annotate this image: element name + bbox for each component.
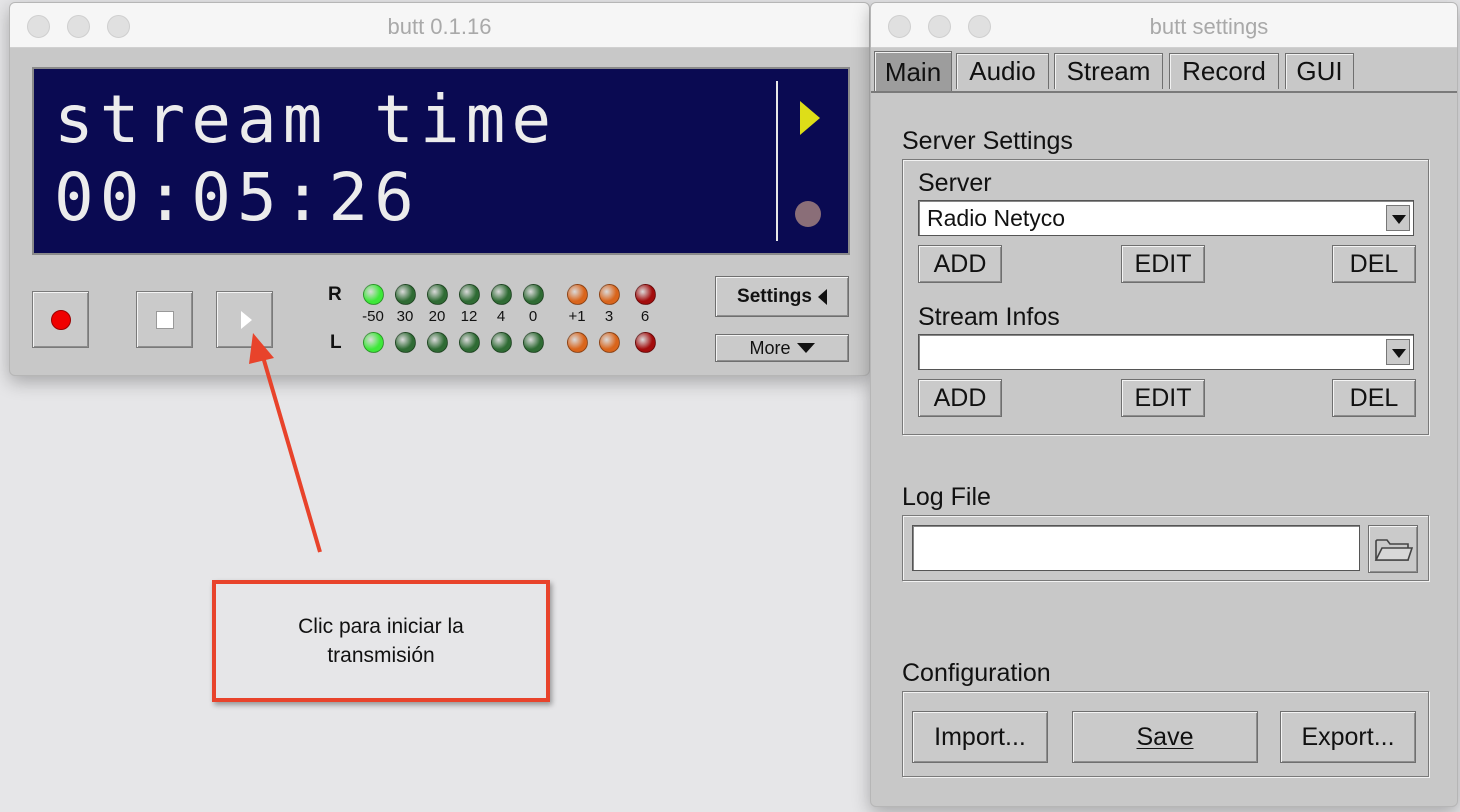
- vu-led-right-7: [599, 284, 620, 305]
- more-button[interactable]: More: [715, 334, 849, 362]
- vu-led-right-3: [459, 284, 480, 305]
- tab-main[interactable]: Main: [874, 51, 952, 93]
- play-button[interactable]: [216, 291, 273, 348]
- log-file-input[interactable]: [912, 525, 1360, 571]
- lcd-time-text: 00:05:26: [54, 159, 420, 236]
- caret-left-icon: [817, 288, 827, 305]
- record-button[interactable]: [32, 291, 89, 348]
- vu-scale-label: 6: [640, 308, 650, 325]
- vu-led-right-5: [523, 284, 544, 305]
- server-settings-title: Server Settings: [902, 127, 1073, 155]
- vu-led-left-6: [567, 332, 588, 353]
- vu-led-left-0: [363, 332, 384, 353]
- stream-infos-edit-button[interactable]: EDIT: [1121, 379, 1205, 417]
- vu-led-right-1: [395, 284, 416, 305]
- annotation-callout: Clic para iniciar la transmisión: [212, 580, 550, 702]
- lcd-display: stream time 00:05:26: [32, 67, 850, 255]
- save-button[interactable]: Save: [1072, 711, 1258, 763]
- settings-button-label: Settings: [737, 285, 812, 307]
- stop-button[interactable]: [136, 291, 193, 348]
- save-button-label: Save: [1136, 722, 1194, 751]
- vu-led-left-2: [427, 332, 448, 353]
- vu-led-left-3: [459, 332, 480, 353]
- close-window-button[interactable]: [888, 15, 911, 38]
- play-icon: [241, 311, 252, 329]
- export-button[interactable]: Export...: [1280, 711, 1416, 763]
- lcd-divider: [776, 81, 778, 241]
- window-title: butt 0.1.16: [387, 14, 492, 39]
- tabs-divider: [871, 91, 1457, 93]
- more-button-label: More: [749, 337, 791, 358]
- server-label: Server: [918, 169, 992, 197]
- vu-scale-label: 3: [604, 308, 614, 325]
- server-del-button[interactable]: DEL: [1332, 245, 1416, 283]
- stream-infos-add-button[interactable]: ADD: [918, 379, 1002, 417]
- settings-titlebar: butt settings: [871, 3, 1457, 48]
- settings-button[interactable]: Settings: [715, 276, 849, 317]
- recording-indicator-icon: [795, 201, 821, 227]
- log-file-title: Log File: [902, 483, 991, 511]
- browse-log-file-button[interactable]: [1368, 525, 1418, 573]
- tab-stream[interactable]: Stream: [1054, 53, 1163, 89]
- main-titlebar: butt 0.1.16: [10, 3, 869, 48]
- server-add-button[interactable]: ADD: [918, 245, 1002, 283]
- stop-icon: [156, 311, 174, 329]
- server-select-value: Radio Netyco: [927, 204, 1066, 231]
- minimize-window-button[interactable]: [928, 15, 951, 38]
- window-title: butt settings: [1149, 14, 1269, 39]
- stream-infos-select[interactable]: [918, 334, 1414, 370]
- stream-infos-del-button[interactable]: DEL: [1332, 379, 1416, 417]
- vu-led-left-8: [635, 332, 656, 353]
- vu-led-left-4: [491, 332, 512, 353]
- vu-left-label: L: [330, 332, 342, 353]
- tab-audio[interactable]: Audio: [956, 53, 1049, 89]
- tab-gui[interactable]: GUI: [1285, 53, 1354, 89]
- vu-led-left-5: [523, 332, 544, 353]
- server-edit-button[interactable]: EDIT: [1121, 245, 1205, 283]
- vu-led-left-7: [599, 332, 620, 353]
- vu-led-right-2: [427, 284, 448, 305]
- annotation-text: Clic para iniciar la transmisión: [298, 614, 464, 667]
- server-select[interactable]: Radio Netyco: [918, 200, 1414, 236]
- vu-led-left-1: [395, 332, 416, 353]
- folder-icon: [1374, 539, 1413, 561]
- import-button[interactable]: Import...: [912, 711, 1048, 763]
- vu-led-right-4: [491, 284, 512, 305]
- configuration-title: Configuration: [902, 659, 1051, 687]
- record-icon: [51, 310, 71, 330]
- vu-led-right-0: [363, 284, 384, 305]
- vu-led-right-8: [635, 284, 656, 305]
- lcd-status-text: stream time: [54, 81, 558, 158]
- chevron-down-icon[interactable]: [1386, 205, 1410, 231]
- butt-settings-window: butt settings Main Audio Stream Record G…: [870, 2, 1458, 807]
- vu-led-right-6: [567, 284, 588, 305]
- streaming-indicator-icon: [800, 101, 820, 135]
- caret-down-icon: [796, 343, 815, 353]
- vu-scale-label: 0: [528, 308, 538, 325]
- settings-tabs: Main Audio Stream Record GUI: [871, 49, 1457, 93]
- stream-infos-label: Stream Infos: [918, 303, 1060, 331]
- butt-main-window: butt 0.1.16 stream time 00:05:26 R L -50…: [9, 2, 870, 376]
- vu-right-label: R: [328, 284, 342, 305]
- tab-record[interactable]: Record: [1169, 53, 1279, 89]
- chevron-down-icon[interactable]: [1386, 339, 1410, 365]
